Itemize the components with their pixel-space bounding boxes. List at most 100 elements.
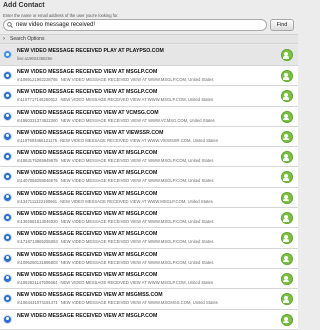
result-id: m1069121962238765 NEW VIDEO MESSAGE RECEI… [17, 77, 213, 82]
chevron-right-icon: › [3, 36, 5, 42]
contact-avatar-icon [4, 214, 11, 222]
result-id-text: m1062621147606664 [17, 279, 58, 285]
result-name: NEW VIDEO MESSAGE RECEIVED VIEW AT MSGLP… [17, 150, 158, 157]
result-row[interactable]: NEW VIDEO MESSAGE RECEIVED VIEW AT VIEWS… [0, 126, 298, 148]
result-name: NEW VIDEO MESSAGE RECEIVED VIEW AT MSGLP… [17, 190, 158, 197]
contact-avatar-icon [4, 132, 11, 140]
add-contact-icon[interactable] [281, 232, 293, 245]
add-contact-icon[interactable] [281, 212, 293, 225]
result-id-text: m1096250131695603 [17, 259, 58, 265]
result-desc: NEW VIDEO MESSAGE RECEIVED VIEW AT WWW.M… [60, 77, 214, 82]
contact-avatar-icon [4, 72, 11, 79]
result-id-text: m1580331374522260 [17, 117, 58, 123]
add-contact-icon[interactable] [281, 272, 293, 285]
result-desc: NEW VIDEO MESSAGE RECEIVED VIEW AT WWW.V… [60, 137, 218, 143]
result-id: m1096250131695603 NEW VIDEO MESSAGE RECEI… [17, 260, 213, 265]
dialog-title: Add Contact [3, 2, 45, 9]
contact-avatar-icon [4, 315, 11, 323]
contact-avatar-icon [4, 295, 11, 303]
result-desc: NEW VIDEO MESSAGE RECEIVED VIEW AT WWW.M… [60, 239, 214, 245]
contact-avatar-icon [4, 254, 11, 262]
result-id-text: m1064431074191471 [17, 300, 58, 306]
add-contact-icon[interactable] [281, 252, 293, 265]
add-contact-icon[interactable] [281, 191, 293, 204]
result-name: NEW VIDEO MESSAGE RECEIVED VIEW AT MSGLP… [17, 170, 158, 177]
result-id-text: m1718713965255063 [17, 239, 58, 245]
search-options-toggle[interactable]: › Search Options [0, 34, 298, 44]
add-contact-icon[interactable] [281, 49, 293, 61]
contact-avatar-icon [4, 234, 11, 242]
result-name: NEW VIDEO MESSAGE RECEIVED VIEW AT MSGLP… [17, 231, 158, 238]
result-row[interactable]: NEW VIDEO MESSAGE RECEIVED VIEW AT VCMSG… [0, 106, 298, 127]
result-id: m1062621147606664 NEW VIDEO MESSAGE RECEI… [17, 280, 213, 285]
result-row[interactable]: NEW VIDEO MESSAGE RECEIVED VIEW AT MSGLP… [0, 66, 298, 87]
contact-avatar-icon [4, 153, 11, 161]
add-contact-icon[interactable] [281, 130, 293, 143]
result-desc: NEW VIDEO MESSAGE RECEIVED VIEW AT WWW.M… [60, 259, 214, 265]
result-row[interactable]: NEW VIDEO MESSAGE RECEIVED VIEW AT MSGLP… [0, 167, 298, 188]
result-name: NEW VIDEO MESSAGE RECEIVED VIEW AT MSGLP… [17, 89, 158, 96]
result-id-text: m1407058259046675 [17, 178, 58, 184]
search-icon [7, 22, 13, 28]
result-id: m1392681513046020 NEW VIDEO MESSAGE RECEI… [17, 219, 213, 224]
result-row[interactable]: NEW VIDEO MESSAGE RECEIVED VIEW AT MSGLP… [0, 208, 298, 229]
contact-avatar-icon [4, 193, 11, 201]
result-name: NEW VIDEO MESSAGE RECEIVED PLAY AT PLAYP… [17, 48, 164, 54]
add-contact-icon[interactable] [281, 171, 293, 184]
result-row[interactable]: NEW VIDEO MESSAGE RECEIVED VIEW AT MSGLP… [0, 147, 298, 168]
result-name: NEW VIDEO MESSAGE RECEIVED VIEW AT VIEWS… [17, 129, 164, 136]
result-id-text: m1063175265949679 [17, 158, 58, 164]
result-desc: NEW VIDEO MESSAGE RECEIVED VIEW AT WWW.M… [60, 219, 214, 225]
result-id: m1064431074191471 NEW VIDEO MESSAGE RECEI… [17, 300, 218, 305]
result-row[interactable]: NEW VIDEO MESSAGE RECEIVED VIEW AT MSGLP… [0, 248, 298, 269]
result-name: NEW VIDEO MESSAGE RECEIVED VIEW AT MSGLP… [17, 271, 158, 278]
result-name: NEW VIDEO MESSAGE RECEIVED VIEW AT MSGLP… [17, 211, 158, 218]
result-desc: NEW VIDEO MESSAGE RECEIVED VIEW AT WWW.M… [60, 198, 213, 204]
add-contact-icon[interactable] [281, 90, 293, 103]
contact-avatar-icon [4, 112, 11, 120]
result-row[interactable]: NEW VIDEO MESSAGE RECEIVED VIEW AT MSGLP… [0, 268, 298, 290]
result-desc: NEW VIDEO MESSAGE RECEIVED VIEW AT WWW.M… [60, 97, 214, 103]
result-desc: NEW VIDEO MESSAGE RECEIVED VIEW AT WWW.M… [60, 300, 218, 306]
result-desc: NEW VIDEO MESSAGE RECEIVED VIEW AT WWW.M… [60, 158, 214, 164]
result-row[interactable]: NEW VIDEO MESSAGE RECEIVED VIEW AT MSGLP… [0, 187, 298, 209]
result-id: m1407058259046675 NEW VIDEO MESSAGE RECEI… [17, 178, 213, 183]
result-id-text: m1197603466121175 [17, 137, 58, 143]
result-row[interactable]: NEW VIDEO MESSAGE RECEIVED PLAY AT PLAYP… [0, 45, 298, 66]
dialog-subtitle: Enter the name or email address of the u… [3, 13, 119, 18]
result-row[interactable]: NEW VIDEO MESSAGE RECEIVED VIEW AT MSGMS… [0, 289, 298, 310]
result-id: m1107717146260612 NEW VIDEO MESSAGE RECEI… [17, 97, 213, 102]
result-row[interactable]: NEW VIDEO MESSAGE RECEIVED VIEW AT MSGLP… [0, 86, 298, 107]
result-id: m1718713965255063 NEW VIDEO MESSAGE RECEI… [17, 239, 213, 244]
result-id: m1197603466121175 NEW VIDEO MESSAGE RECEI… [17, 138, 218, 143]
contact-avatar-icon [4, 274, 11, 282]
search-options-label: Search Options [10, 36, 45, 42]
find-button[interactable]: Find [270, 19, 294, 31]
result-name: NEW VIDEO MESSAGE RECEIVED VIEW AT MSGLP… [17, 69, 158, 75]
add-contact-icon[interactable] [281, 293, 293, 306]
contact-avatar-icon [4, 173, 11, 181]
result-id: m1347111222190661 NEW VIDEO MESSAGE RECEI… [17, 199, 213, 204]
contact-avatar-icon [4, 51, 11, 58]
add-contact-icon[interactable] [281, 151, 293, 164]
result-name: NEW VIDEO MESSAGE RECEIVED VIEW AT VCMSG… [17, 109, 159, 116]
result-desc: NEW VIDEO MESSAGE RECEIVED VIEW AT WWW.V… [60, 117, 215, 123]
add-contact-header: Add Contact Enter the name or email addr… [0, 0, 298, 44]
add-contact-icon[interactable] [281, 110, 293, 123]
result-id-text: m1069121962238765 [17, 77, 58, 82]
result-row[interactable]: NEW VIDEO MESSAGE RECEIVED VIEW AT MSGLP… [0, 228, 298, 249]
results-list: NEW VIDEO MESSAGE RECEIVED PLAY AT PLAYP… [0, 45, 298, 330]
result-name: NEW VIDEO MESSAGE RECEIVED VIEW AT MSGMS… [17, 292, 163, 299]
result-id-text: m1347111222190661 [17, 198, 58, 204]
result-desc: NEW VIDEO MESSAGE RECEIVED VIEW AT WWW.M… [60, 178, 214, 184]
contact-avatar-icon [4, 92, 11, 100]
result-id: m1580331374522260 NEW VIDEO MESSAGE RECEI… [17, 118, 215, 123]
result-id-text: m1392681513046020 [17, 219, 58, 225]
add-contact-icon[interactable] [281, 70, 293, 82]
result-id: m1063175265949679 NEW VIDEO MESSAGE RECEI… [17, 158, 213, 163]
result-id: live:a1960436829e [17, 56, 52, 61]
search-input[interactable]: new video message received! [3, 19, 267, 31]
result-desc: NEW VIDEO MESSAGE RECEIVED VIEW AT WWW.M… [60, 279, 214, 285]
search-value: new video message received! [16, 21, 96, 28]
result-name: NEW VIDEO MESSAGE RECEIVED VIEW AT MSGLP… [17, 251, 158, 258]
